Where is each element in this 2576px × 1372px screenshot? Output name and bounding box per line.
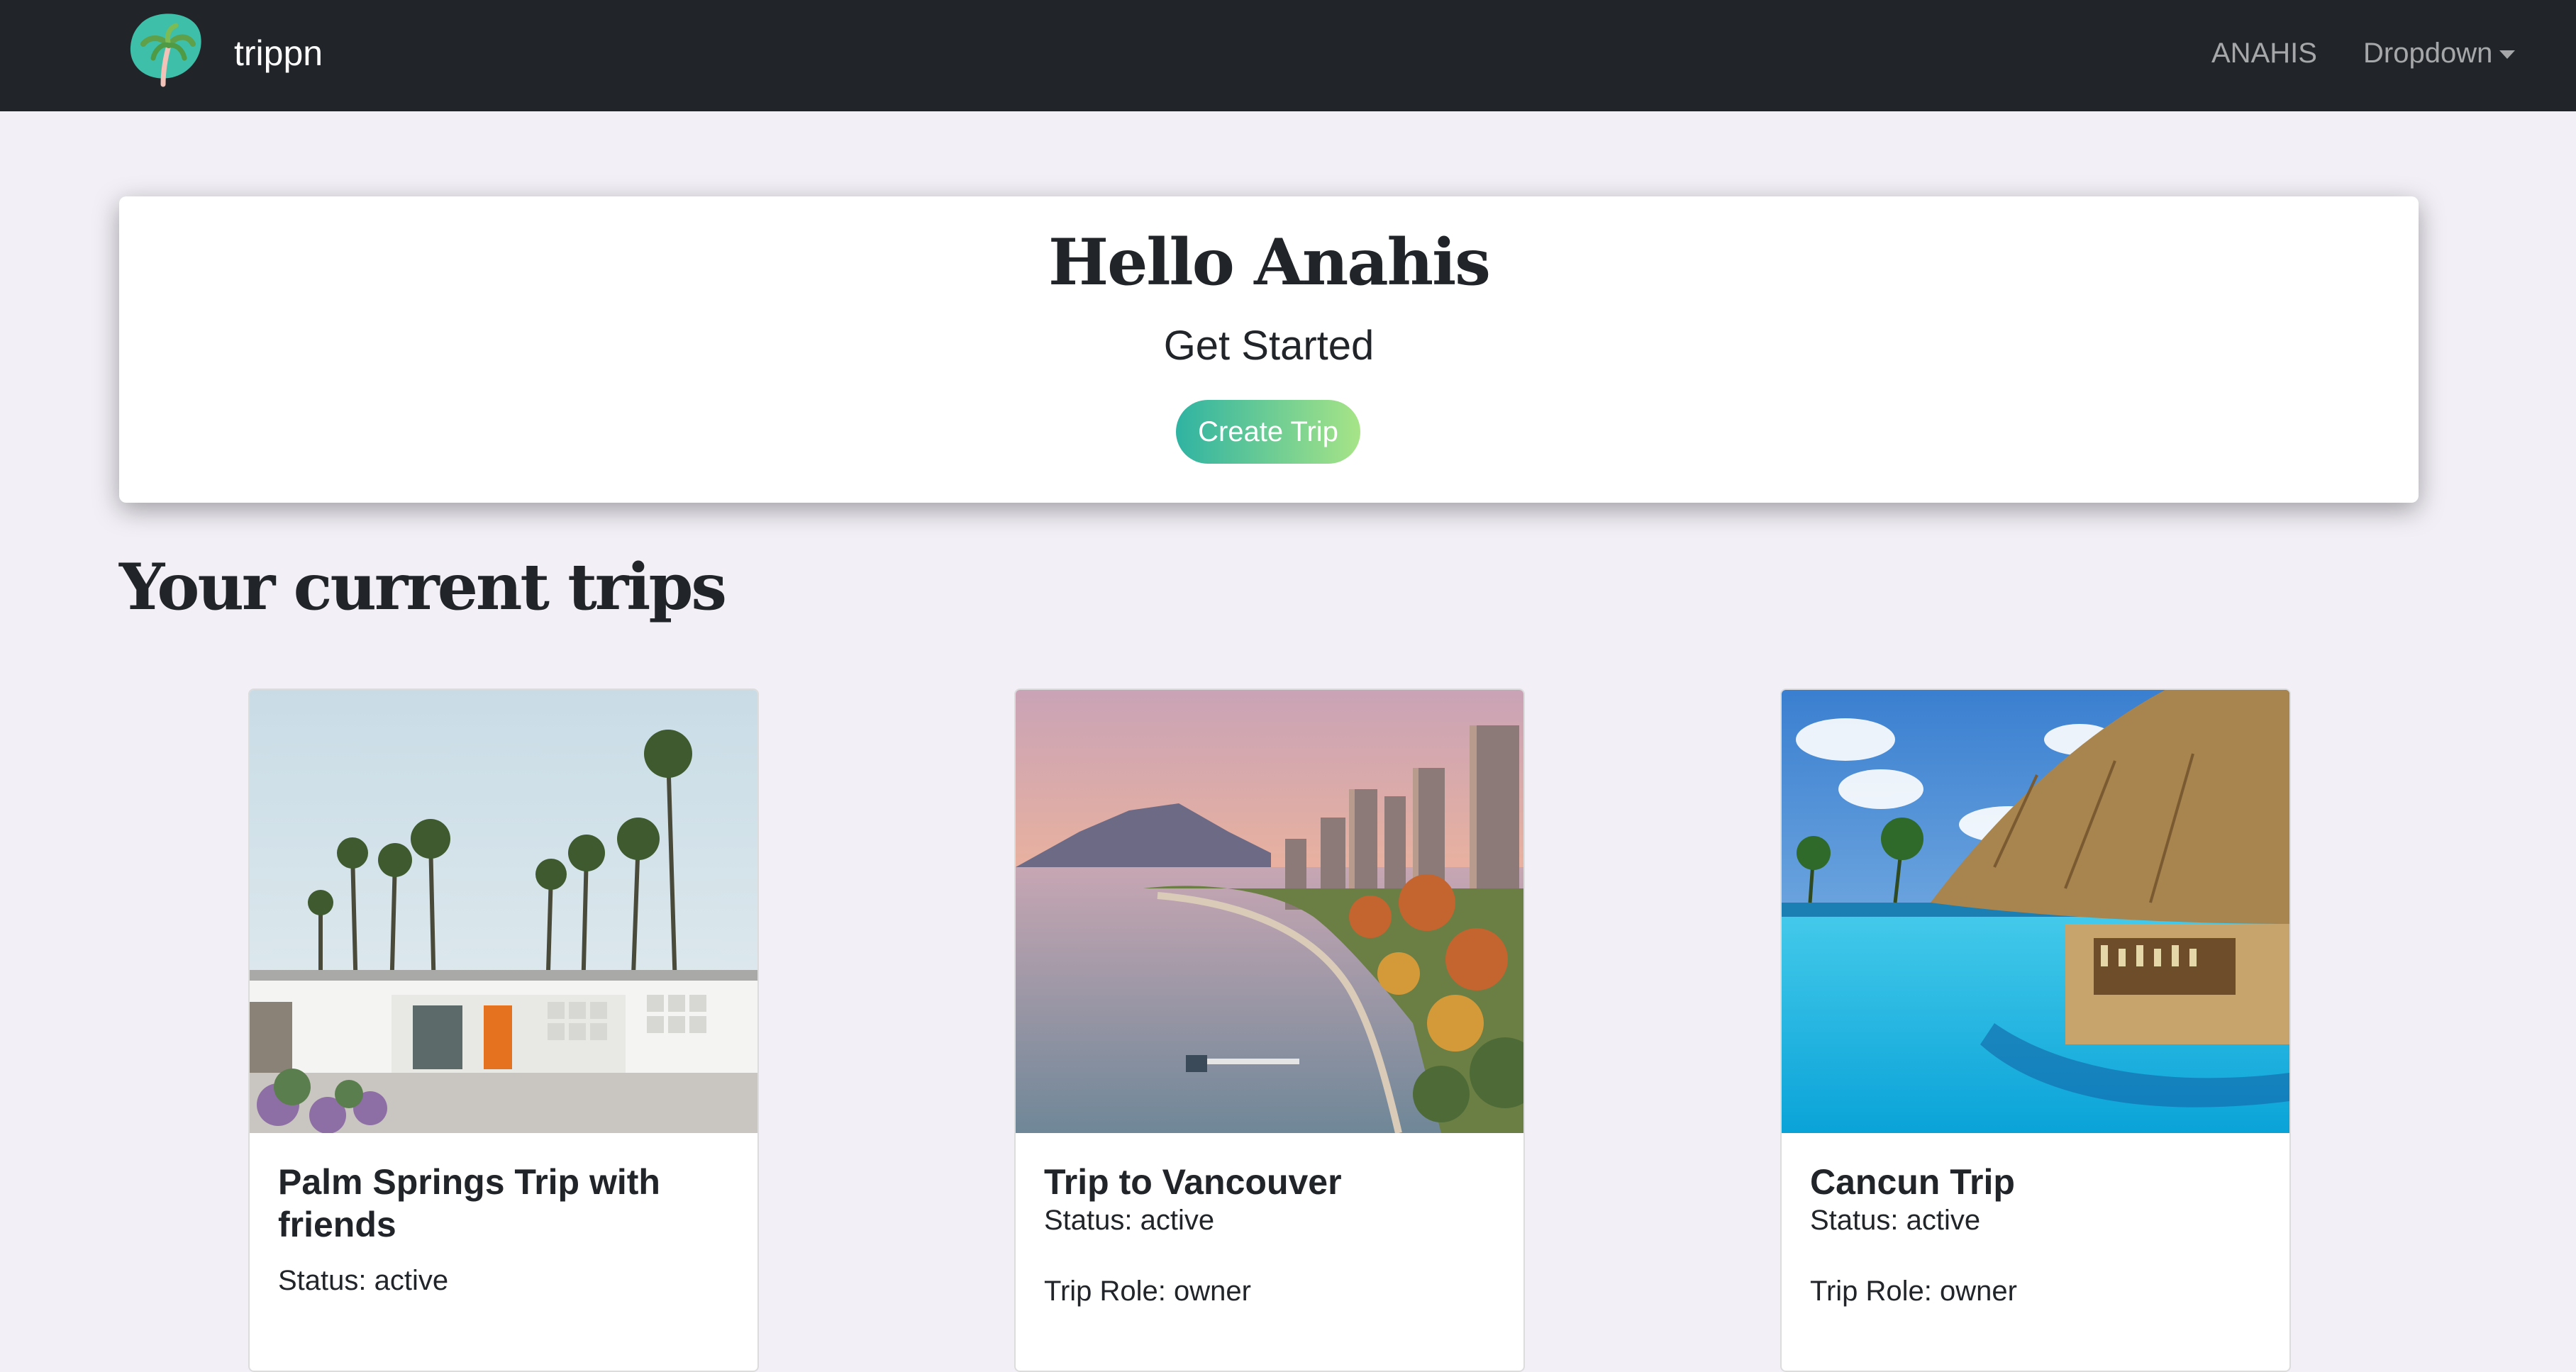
trip-card-cancun[interactable]: Cancun Trip Status: active Trip Role: ow… [1780,688,2291,1372]
palm-tree-logo-icon[interactable] [126,10,204,92]
nav-dropdown-toggle[interactable]: Dropdown [2363,28,2516,78]
trip-status: Status: active [1810,1205,1981,1236]
cancun-pool-bar-photo [1782,690,2289,1133]
create-trip-button[interactable]: Create Trip [1176,400,1360,464]
dropdown-label: Dropdown [2363,38,2493,69]
welcome-card: Hello Anahis Get Started Create Trip [119,196,2419,503]
trip-role: Trip Role: owner [1044,1276,1251,1307]
palm-springs-house-photo [250,690,757,1133]
current-trips-heading: Your current trips [119,550,727,625]
vancouver-skyline-photo [1016,690,1523,1133]
brand-name[interactable]: trippn [234,28,323,78]
trip-status: Status: active [278,1265,449,1296]
get-started-text: Get Started [1163,323,1375,369]
top-navbar: trippn ANAHIS Dropdown [0,0,2576,111]
trip-title: Palm Springs Trip with friends [278,1162,660,1244]
nav-user-link[interactable]: ANAHIS [2211,28,2317,78]
trip-title: Trip to Vancouver [1044,1162,1342,1202]
trip-card-vancouver[interactable]: Trip to Vancouver Status: active Trip Ro… [1014,688,1525,1372]
trip-status: Status: active [1044,1205,1215,1236]
trip-role: Trip Role: owner [1810,1276,2017,1307]
greeting-heading: Hello Anahis [1048,225,1491,300]
caret-down-icon [2499,50,2516,60]
trip-card-palm-springs[interactable]: Palm Springs Trip with friends Status: a… [248,688,759,1372]
trip-title: Cancun Trip [1810,1162,2015,1202]
